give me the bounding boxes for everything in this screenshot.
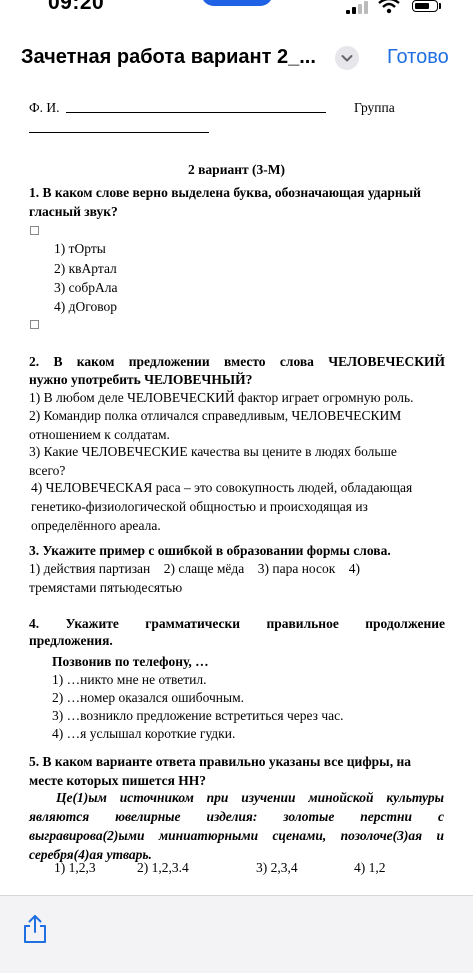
q2-option: 4) ЧЕЛОВЕЧЕСКАЯ раса – это совокупность … xyxy=(31,480,413,533)
q5-option: 2) 1,2,3.4 xyxy=(137,860,189,875)
battery-tip xyxy=(439,3,441,9)
battery-icon xyxy=(412,0,438,12)
q5-title: 5. В каком варианте ответа правильно ука… xyxy=(29,754,411,788)
q3-options: 1) действия партизан 2) слаще мёда 3) па… xyxy=(29,561,364,595)
q2-title-line1: 2. В каком предложении вместо слова ЧЕЛО… xyxy=(29,354,445,369)
document-page: Ф. И. Группа 2 вариант (3-М) 1. В каком … xyxy=(0,90,473,895)
q5-option: 1) 1,2,3 xyxy=(54,860,96,875)
bottom-toolbar xyxy=(0,895,473,973)
wifi-icon xyxy=(378,0,400,14)
q4-option: 2) …номер оказался ошибочным. xyxy=(52,690,244,705)
checkbox-icon[interactable] xyxy=(30,226,39,235)
document-title: Зачетная работа вариант 2_... xyxy=(21,46,316,68)
done-button[interactable]: Готово xyxy=(387,46,449,69)
q1-option: 2) квАртал xyxy=(54,261,117,276)
q1-option: 1) тОрты xyxy=(54,241,106,256)
fio-blank xyxy=(66,112,326,113)
q1-option: 3) собрАла xyxy=(54,280,118,295)
title-menu-button[interactable] xyxy=(335,46,359,70)
q2-title-line2: нужно употребить ЧЕЛОВЕЧНЫЙ? xyxy=(29,372,253,387)
checkbox-icon[interactable] xyxy=(30,320,39,329)
q4-stem: Позвонив по телефону, … xyxy=(52,654,209,669)
group-label: Группа xyxy=(354,100,395,115)
q5-option: 4) 1,2 xyxy=(354,860,386,875)
q4-option: 1) …никто мне не ответил. xyxy=(52,672,207,687)
fio-label: Ф. И. xyxy=(29,100,60,115)
q2-option: 3) Какие ЧЕЛОВЕЧЕСКИЕ качества вы цените… xyxy=(29,444,397,478)
status-time: 09:20 xyxy=(48,0,105,14)
q1-option: 4) дОговор xyxy=(54,299,117,314)
q5-option: 3) 2,3,4 xyxy=(256,860,298,875)
status-bar: 09:20 xyxy=(0,0,473,22)
q4-option: 3) …возникло предложение встретиться чер… xyxy=(52,708,344,723)
dynamic-island xyxy=(201,0,273,6)
q2-option: 2) Командир полка отличался справедливым… xyxy=(29,408,402,442)
nav-bar: Зачетная работа вариант 2_... Готово xyxy=(0,30,473,90)
q2-option: 1) В любом деле ЧЕЛОВЕЧЕСКИЙ фактор игра… xyxy=(29,390,414,405)
group-blank xyxy=(29,132,209,133)
share-icon[interactable] xyxy=(22,914,48,944)
variant-heading: 2 вариант (3-М) xyxy=(188,162,285,177)
q3-title: 3. Укажите пример с ошибкой в образовани… xyxy=(29,543,391,558)
q4-option: 4) …я услышал короткие гудки. xyxy=(52,726,236,741)
signal-icon xyxy=(346,0,368,14)
chevron-down-icon xyxy=(341,55,353,62)
q1-title: 1. В каком слове верно выделена буква, о… xyxy=(29,185,421,219)
q4-title-line2: предложения. xyxy=(29,633,113,648)
q5-text: Це(1)ым источником при изучении минойско… xyxy=(29,790,444,862)
